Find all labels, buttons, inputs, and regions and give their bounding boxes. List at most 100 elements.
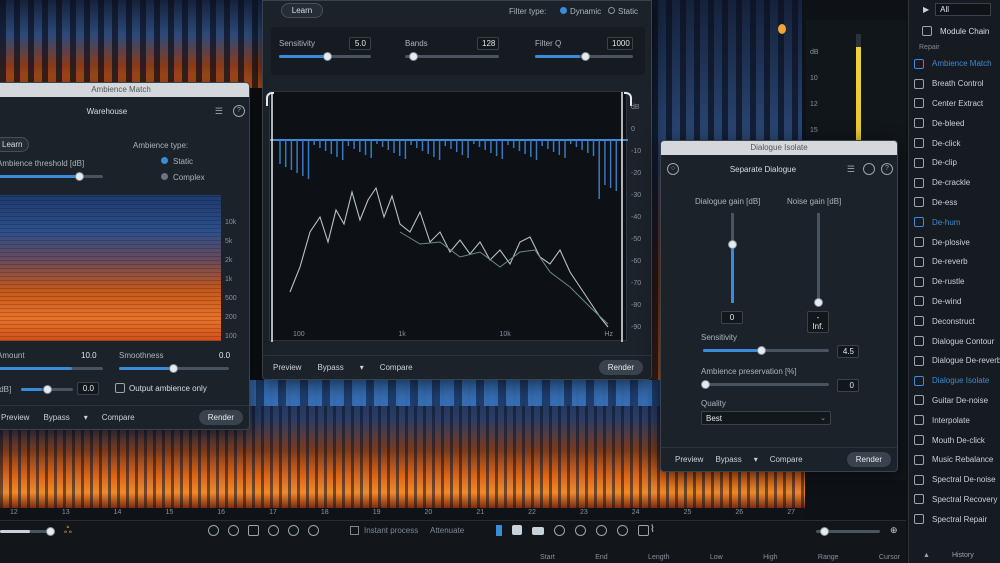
sidebar-item[interactable]: De-wind [909, 292, 1000, 312]
radio-ambience-static[interactable] [161, 157, 168, 164]
dialogue-gain-handle[interactable] [728, 239, 737, 249]
play-icon[interactable]: ▶ [923, 5, 929, 14]
dialogue-menu-icon[interactable]: ☰ [847, 164, 855, 175]
bands-value[interactable]: 128 [477, 37, 499, 50]
sidebar-item[interactable]: Center Extract [909, 94, 1000, 114]
radio-dynamic[interactable] [560, 7, 567, 14]
harmonic-select-icon[interactable] [617, 525, 628, 536]
ambience-match-titlebar[interactable]: Ambience Match [0, 83, 249, 97]
ambience-preset-name[interactable]: Warehouse [0, 107, 215, 116]
ambience-threshold-slider[interactable] [0, 175, 103, 178]
dialogue-help-icon[interactable]: ? [881, 163, 893, 175]
time-ruler[interactable]: 12 13 14 15 16 17 18 19 20 21 22 23 24 25 26 27 [0, 508, 805, 520]
filterq-value[interactable]: 1000 [607, 37, 633, 50]
dialogue-preset-name[interactable]: Separate Dialogue [679, 165, 847, 174]
sensitivity-value[interactable]: 5.0 [349, 37, 371, 50]
sidebar-item[interactable]: De-click [909, 133, 1000, 153]
bands-slider[interactable] [405, 55, 499, 58]
module-chain-button[interactable]: Module Chain [909, 18, 1000, 44]
amount-value[interactable]: 10.0 [81, 351, 97, 360]
bypass-button[interactable]: Bypass [317, 363, 343, 372]
amount-slider[interactable] [0, 367, 103, 370]
collapse-icon[interactable]: ▲ [923, 552, 930, 563]
sidebar-item[interactable]: Spectral Recovery [909, 490, 1000, 510]
sidebar-item[interactable]: Dialogue Contour [909, 331, 1000, 351]
smoothness-value[interactable]: 0.0 [219, 351, 230, 360]
settings-icon[interactable] [863, 163, 875, 175]
sidebar-item[interactable]: De-ess [909, 193, 1000, 213]
dialogue-isolate-titlebar[interactable]: Dialogue Isolate [661, 141, 897, 155]
zoom-fit-icon[interactable] [268, 525, 279, 536]
dialogue-bypass-button[interactable]: Bypass [715, 455, 741, 464]
preview-button[interactable]: Preview [273, 363, 301, 372]
freq-select-icon[interactable] [532, 527, 544, 535]
sidebar-item[interactable]: Interpolate [909, 410, 1000, 430]
ambience-preservation-handle[interactable] [701, 380, 710, 389]
noise-gain-value[interactable]: -Inf. [807, 311, 829, 333]
radio-ambience-complex[interactable] [161, 173, 168, 180]
zoom-slider-left[interactable] [0, 530, 50, 533]
quality-dropdown[interactable]: Best ⌄ [701, 411, 831, 425]
compare-button[interactable]: Compare [380, 363, 413, 372]
dialogue-sensitivity-slider[interactable] [703, 349, 829, 352]
ambience-preview-button[interactable]: Preview [1, 413, 29, 422]
render-button[interactable]: Render [598, 360, 643, 375]
sidebar-item[interactable]: De-clip [909, 153, 1000, 173]
sidebar-item[interactable]: Mouth De-click [909, 430, 1000, 450]
dialogue-gain-fader[interactable] [728, 213, 737, 303]
sidebar-item[interactable]: De-crackle [909, 173, 1000, 193]
wand-icon[interactable] [596, 525, 607, 536]
sidebar-item[interactable]: Guitar De-noise [909, 391, 1000, 411]
instant-process-checkbox[interactable] [350, 526, 359, 535]
sidebar-item[interactable]: Spectral De-noise [909, 470, 1000, 490]
attenuate-dropdown[interactable]: Attenuate [430, 526, 464, 535]
zoom-selection-icon[interactable] [248, 525, 259, 536]
bypass-dropdown-icon[interactable]: ▾ [360, 363, 364, 372]
zoom-in-icon[interactable] [208, 525, 219, 536]
hand-icon[interactable] [308, 525, 319, 536]
dialogue-bypass-dropdown-icon[interactable]: ▾ [754, 455, 758, 464]
dialogue-sensitivity-handle[interactable] [757, 346, 766, 355]
ambience-render-button[interactable]: Render [198, 410, 243, 425]
sidebar-item[interactable]: De-plosive [909, 232, 1000, 252]
brush-icon[interactable] [575, 525, 586, 536]
playhead-marker-icon[interactable] [778, 24, 786, 34]
power-icon[interactable]: ○ [667, 163, 679, 175]
rect-select-icon[interactable] [512, 525, 522, 535]
noise-gain-fader[interactable] [814, 213, 823, 307]
db-value[interactable]: 0.0 [77, 382, 99, 395]
sidebar-item[interactable]: Dialogue Isolate [909, 371, 1000, 391]
dialogue-gain-value[interactable]: 0 [721, 311, 743, 324]
spectrum-graph[interactable] [266, 91, 632, 342]
spectrogram-top-left[interactable] [0, 0, 262, 88]
zoom-out-icon[interactable] [228, 525, 239, 536]
radio-static[interactable] [608, 7, 615, 14]
sidebar-item[interactable]: Dialogue De-reverb [909, 351, 1000, 371]
sidebar-item[interactable]: De-reverb [909, 252, 1000, 272]
smoothness-handle[interactable] [169, 364, 178, 373]
range-handle-left[interactable] [266, 92, 274, 106]
zoom-plus-icon[interactable]: ⊕ [890, 525, 898, 536]
list-icon[interactable] [638, 525, 649, 536]
ambience-spectrum-display[interactable] [0, 195, 221, 341]
sidebar-item[interactable]: De-rustle [909, 272, 1000, 292]
menu-icon[interactable]: ☰ [215, 106, 223, 117]
bands-slider-handle[interactable] [409, 52, 418, 61]
module-filter-dropdown[interactable]: All [935, 2, 992, 16]
dialogue-sensitivity-value[interactable]: 4.5 [837, 345, 859, 358]
dialogue-compare-button[interactable]: Compare [770, 455, 803, 464]
lasso-icon[interactable] [554, 525, 565, 536]
help-icon[interactable]: ? [233, 105, 245, 117]
sidebar-item[interactable]: De-bleed [909, 113, 1000, 133]
db-slider-handle[interactable] [43, 385, 52, 394]
sidebar-item[interactable]: De-hum [909, 212, 1000, 232]
learn-button[interactable]: Learn [281, 3, 323, 18]
ambience-preservation-value[interactable]: 0 [837, 379, 859, 392]
sensitivity-slider-handle[interactable] [323, 52, 332, 61]
sidebar-item[interactable]: Deconstruct [909, 311, 1000, 331]
sidebar-item[interactable]: Ambience Match [909, 54, 1000, 74]
time-select-icon[interactable] [496, 525, 502, 536]
filterq-slider-handle[interactable] [581, 52, 590, 61]
ambience-bypass-dropdown-icon[interactable]: ▾ [84, 413, 88, 422]
magnify-icon[interactable] [288, 525, 299, 536]
